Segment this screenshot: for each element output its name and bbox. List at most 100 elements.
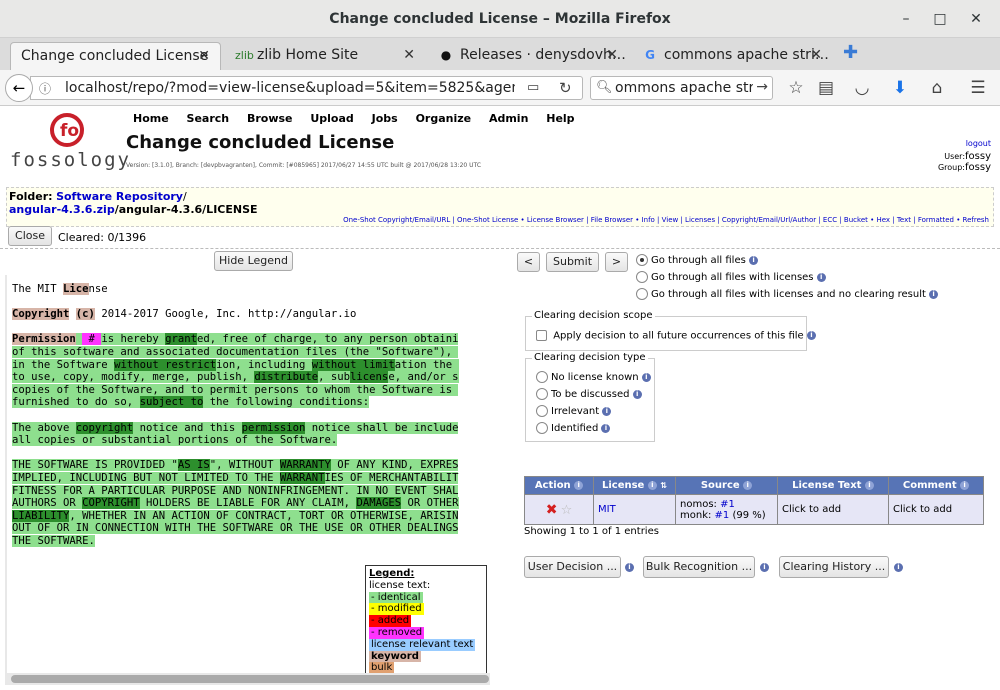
- radio-icon[interactable]: [636, 271, 648, 283]
- menu-organize[interactable]: Organize: [416, 112, 472, 125]
- search-bar[interactable]: 🔍︎ ommons apache string →: [590, 76, 773, 100]
- radio-icon[interactable]: [536, 388, 548, 400]
- type-no-license[interactable]: No license known i: [536, 371, 651, 383]
- maximize-button[interactable]: □: [929, 9, 951, 29]
- apply-future-option[interactable]: Apply decision to all future occurrences…: [536, 330, 816, 342]
- home-icon[interactable]: ⌂: [925, 78, 949, 98]
- reader-view-icon[interactable]: ▭: [527, 80, 539, 95]
- col-action[interactable]: Action i: [524, 476, 594, 495]
- user-decision-button[interactable]: User Decision ...: [524, 556, 621, 578]
- menu-admin[interactable]: Admin: [489, 112, 528, 125]
- info-icon[interactable]: i: [647, 480, 657, 490]
- menu-home[interactable]: Home: [133, 112, 169, 125]
- remove-icon[interactable]: ✖: [546, 502, 558, 518]
- goto-label: Go through all files with licenses and n…: [651, 289, 926, 300]
- url-bar[interactable]: ⓘ localhost/repo/?mod=view-license&uploa…: [30, 76, 583, 100]
- prev-button[interactable]: <: [517, 252, 540, 272]
- info-icon[interactable]: i: [749, 255, 759, 265]
- goto-files-with-licenses[interactable]: Go through all files with licenses i: [636, 271, 826, 283]
- submit-button[interactable]: Submit: [546, 252, 599, 272]
- site-info-icon[interactable]: ⓘ: [39, 80, 51, 97]
- radio-icon[interactable]: [636, 288, 648, 300]
- view-links[interactable]: One-Shot Copyright/Email/URL | One-Shot …: [343, 216, 989, 224]
- bookmark-star-icon[interactable]: ☆: [784, 78, 808, 98]
- info-icon[interactable]: i: [632, 389, 642, 399]
- info-icon[interactable]: i: [743, 480, 753, 490]
- tab-close-icon[interactable]: ✕: [606, 42, 618, 68]
- hide-legend-button[interactable]: Hide Legend: [214, 251, 293, 271]
- goto-all-files[interactable]: Go through all files i: [636, 254, 759, 266]
- pocket-icon[interactable]: ◡: [850, 78, 874, 98]
- info-icon[interactable]: i: [574, 480, 584, 490]
- download-icon[interactable]: ⬇: [888, 78, 912, 98]
- close-button[interactable]: Close: [8, 226, 52, 246]
- info-icon[interactable]: i: [929, 289, 939, 299]
- reload-icon[interactable]: ↻: [559, 79, 572, 97]
- nomos-link[interactable]: #1: [720, 499, 735, 510]
- new-tab-icon[interactable]: ✚: [843, 42, 858, 63]
- menu-help[interactable]: Help: [546, 112, 574, 125]
- back-arrow-icon[interactable]: ←: [5, 74, 33, 102]
- search-input[interactable]: ommons apache string: [615, 80, 753, 96]
- menu-upload[interactable]: Upload: [310, 112, 353, 125]
- sort-icon[interactable]: ⇅: [660, 481, 667, 490]
- license-link[interactable]: MIT: [598, 504, 616, 515]
- monk-link[interactable]: #1: [715, 510, 730, 521]
- tab-close-icon[interactable]: ✕: [403, 42, 415, 68]
- col-license[interactable]: License i ⇅: [593, 476, 676, 495]
- radio-icon[interactable]: [536, 422, 548, 434]
- minimize-button[interactable]: –: [895, 9, 917, 29]
- menu-browse[interactable]: Browse: [247, 112, 293, 125]
- license-text-cell[interactable]: Click to add: [777, 494, 889, 525]
- info-icon[interactable]: i: [816, 272, 826, 282]
- folder-link-repository[interactable]: Software Repository: [56, 190, 183, 203]
- star-icon[interactable]: ☆: [561, 503, 573, 518]
- clearing-history-button[interactable]: Clearing History ...: [779, 556, 889, 578]
- col-license-text[interactable]: License Text i: [777, 476, 889, 495]
- type-to-be-discussed[interactable]: To be discussed i: [536, 388, 642, 400]
- goto-label: Go through all files with licenses: [651, 272, 814, 283]
- clearing-type-group: Clearing decision type No license known …: [525, 352, 655, 442]
- next-button[interactable]: >: [605, 252, 628, 272]
- info-icon[interactable]: i: [894, 563, 903, 572]
- col-source[interactable]: Source i: [675, 476, 778, 495]
- menu-hamburger-icon[interactable]: ☰: [966, 78, 990, 98]
- logout-link[interactable]: logout: [966, 139, 991, 148]
- radio-icon[interactable]: [636, 254, 648, 266]
- menu-jobs[interactable]: Jobs: [372, 112, 398, 125]
- type-irrelevant[interactable]: Irrelevant i: [536, 405, 612, 417]
- goto-files-no-clearing[interactable]: Go through all files with licenses and n…: [636, 288, 939, 300]
- url-text[interactable]: localhost/repo/?mod=view-license&upload=…: [65, 80, 515, 96]
- type-label: No license known: [551, 372, 639, 383]
- horizontal-scrollbar[interactable]: [11, 675, 489, 683]
- menu-search[interactable]: Search: [187, 112, 230, 125]
- tab-close-icon[interactable]: ✕: [810, 42, 822, 68]
- info-icon[interactable]: i: [960, 480, 970, 490]
- bulk-recognition-button[interactable]: Bulk Recognition ...: [643, 556, 755, 578]
- folder-link-zip[interactable]: angular-4.3.6.zip: [9, 203, 115, 216]
- tab-label: Change concluded License: [21, 48, 209, 64]
- info-icon[interactable]: i: [601, 423, 611, 433]
- col-comment[interactable]: Comment i: [888, 476, 984, 495]
- tab-change-license[interactable]: Change concluded License ✕: [10, 42, 221, 70]
- radio-icon[interactable]: [536, 371, 548, 383]
- checkbox-icon[interactable]: [536, 330, 547, 341]
- close-window-button[interactable]: ✕: [965, 9, 987, 29]
- tab-zlib[interactable]: zlib zlib Home Site ✕: [225, 42, 425, 70]
- radio-icon[interactable]: [536, 405, 548, 417]
- info-icon[interactable]: i: [625, 563, 634, 572]
- tab-close-icon[interactable]: ✕: [198, 43, 210, 69]
- info-icon[interactable]: i: [641, 372, 651, 382]
- reading-list-icon[interactable]: ▤: [814, 78, 838, 98]
- tab-releases[interactable]: ● Releases · denysdovh… ✕: [428, 42, 628, 70]
- source-label: nomos:: [680, 498, 717, 510]
- info-icon[interactable]: i: [760, 563, 769, 572]
- comment-cell[interactable]: Click to add: [888, 494, 984, 525]
- fossology-logo-icon[interactable]: fo: [50, 113, 84, 147]
- search-go-icon[interactable]: →: [756, 79, 768, 95]
- info-icon[interactable]: i: [864, 480, 874, 490]
- type-identified[interactable]: Identified i: [536, 422, 611, 434]
- info-icon[interactable]: i: [806, 331, 816, 340]
- info-icon[interactable]: i: [602, 406, 612, 416]
- tab-commons-apache[interactable]: Gcommons apache stri… ✕: [632, 42, 832, 70]
